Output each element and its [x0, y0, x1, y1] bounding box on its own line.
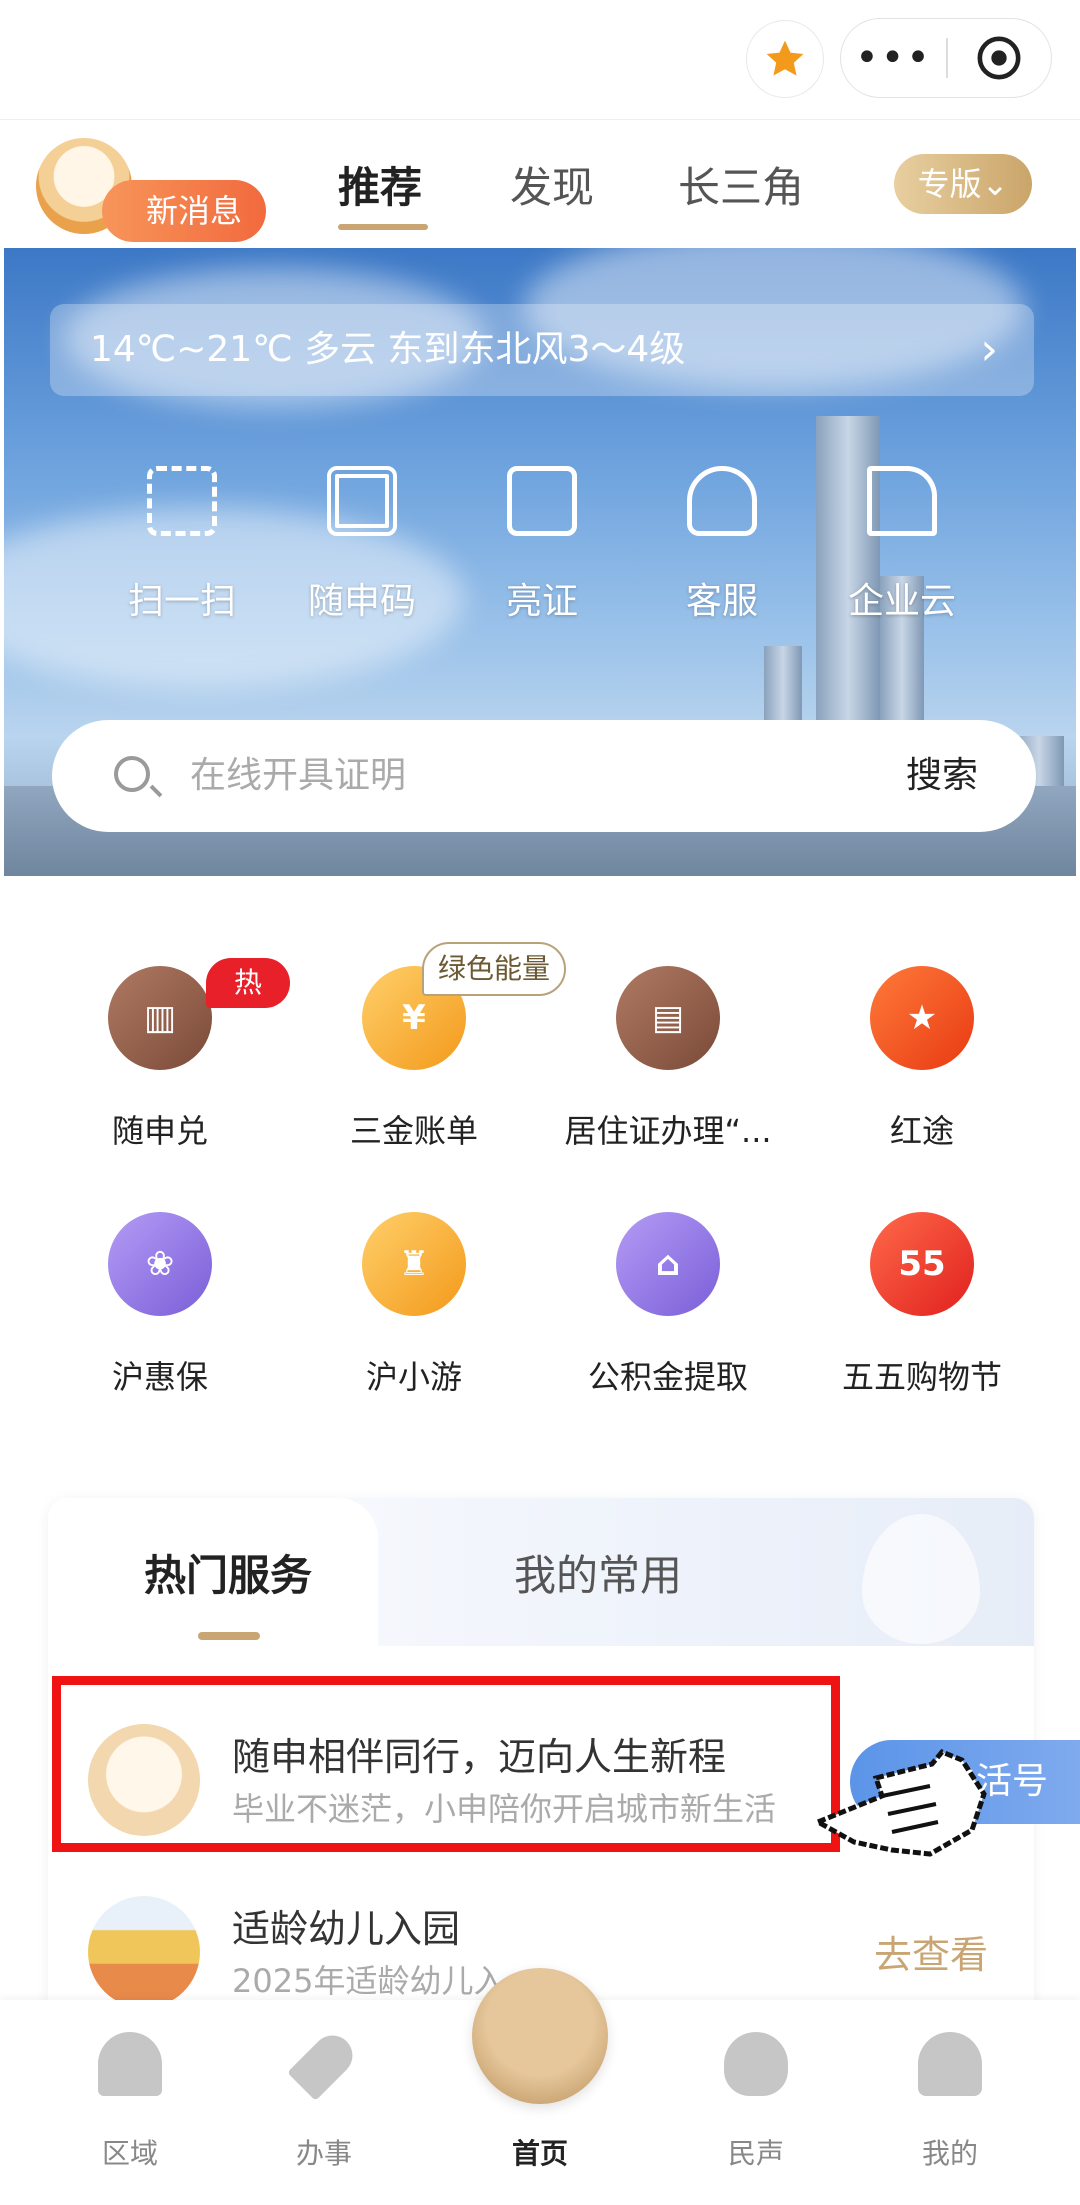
service-label: 沪小游 — [365, 1358, 462, 1396]
service-label: 五五购物节 — [841, 1358, 1002, 1396]
star-icon — [766, 40, 804, 76]
scan-icon — [147, 466, 217, 536]
search-button[interactable]: 搜索 — [906, 720, 978, 832]
tab-label: 首页 — [511, 2137, 568, 2170]
item-subtitle: 2025年适龄幼儿入 — [232, 1962, 506, 2000]
quick-action-certificate[interactable]: 亮证 — [452, 466, 632, 624]
tab-my-frequent[interactable]: 我的常用 — [514, 1542, 682, 1603]
tab-label: 办事 — [295, 2137, 352, 2170]
service-label: 红途 — [889, 1112, 954, 1150]
city-tower-icon: ♜ — [362, 1212, 466, 1316]
hot-badge: 热门 — [206, 958, 290, 1049]
tab-yangtze-delta[interactable]: 长三角 — [678, 154, 804, 215]
service-label: 沪惠保 — [111, 1358, 208, 1396]
qrcode-icon — [327, 466, 397, 536]
tab-public-voice[interactable]: 民声 — [686, 2032, 826, 2172]
home-center-button[interactable] — [472, 1968, 608, 2104]
tab-discover[interactable]: 发现 — [510, 154, 594, 215]
quick-action-label: 企业云 — [847, 581, 956, 622]
search-icon — [114, 756, 150, 792]
tab-services[interactable]: 办事 — [254, 2027, 394, 2172]
service-hongtu[interactable]: ★ 红途 — [792, 966, 1052, 1152]
tab-label: 区域 — [101, 2137, 158, 2170]
building-icon: ▥ — [108, 966, 212, 1070]
flame-icon — [862, 1514, 980, 1644]
tab-recommend[interactable]: 推荐 — [338, 154, 422, 215]
profile-icon — [918, 2032, 982, 2096]
weather-text: 14℃~21℃ 多云 东到东北风3～4级 — [90, 329, 686, 370]
service-suishendui[interactable]: ▥ 随申兑 热门 — [30, 958, 290, 1152]
edition-button[interactable]: 专版⌄ — [894, 154, 1032, 214]
service-huxiaoyou[interactable]: ♜ 沪小游 — [284, 1212, 544, 1398]
quick-action-enterprise-cloud[interactable]: 企业云 — [812, 466, 992, 624]
more-button[interactable]: ••• — [841, 18, 946, 98]
search-bar[interactable]: 在线开具证明 搜索 — [52, 720, 1036, 832]
service-housing-fund[interactable]: ⌂ 公积金提取 — [538, 1212, 798, 1398]
pen-icon — [287, 2027, 361, 2101]
shopping-festival-icon: 55 — [870, 1212, 974, 1316]
nav-row: 新消息 推荐 发现 长三角 专版⌄ — [0, 120, 1080, 248]
house-fund-icon: ⌂ — [616, 1212, 720, 1316]
enterprise-cloud-icon — [867, 466, 937, 536]
tab-label: 民声 — [727, 2137, 784, 2170]
quick-action-label: 随申码 — [307, 581, 416, 622]
green-energy-badge: 绿色能量 — [422, 942, 567, 996]
favorite-button[interactable] — [746, 20, 824, 98]
service-label: 三金账单 — [349, 1112, 478, 1150]
view-button[interactable]: 去查看 — [874, 1924, 988, 1979]
highlight-box — [52, 1676, 840, 1852]
item-title: 适龄幼儿入园 — [232, 1907, 461, 1951]
chevron-right-icon: › — [980, 324, 998, 375]
tab-region[interactable]: 区域 — [60, 2032, 200, 2172]
tab-label: 我的 — [921, 2137, 978, 2170]
top-capsule-bar: ••• — [0, 0, 1080, 120]
active-tab-indicator — [198, 1632, 260, 1640]
close-button[interactable] — [948, 35, 1051, 81]
new-message-label: 新消息 — [102, 180, 267, 242]
magnolia-icon — [724, 2032, 788, 2096]
service-label: 公积金提取 — [587, 1358, 748, 1396]
search-input[interactable]: 在线开具证明 — [190, 720, 406, 832]
kindergarten-castle-icon — [88, 1896, 200, 2008]
new-message-button[interactable]: 新消息 — [36, 138, 267, 242]
service-label: 随申兑 — [111, 1112, 208, 1150]
weather-bar[interactable]: 14℃~21℃ 多云 东到东北风3～4级 › — [50, 304, 1034, 396]
active-tab-indicator — [338, 224, 428, 230]
quick-action-label: 客服 — [685, 581, 758, 622]
card-tabs: 热门服务 我的常用 — [48, 1498, 1034, 1646]
quick-action-customer-service[interactable]: 客服 — [632, 466, 812, 624]
service-shopping-festival[interactable]: 55 五五购物节 — [792, 1212, 1052, 1398]
service-huhuibao[interactable]: ❀ 沪惠保 — [30, 1212, 290, 1398]
lotus-icon: ❀ — [108, 1212, 212, 1316]
mini-program-capsule: ••• — [840, 18, 1052, 98]
red-star-icon: ★ — [870, 966, 974, 1070]
hero-banner: 14℃~21℃ 多云 东到东北风3～4级 › 扫一扫 随申码 亮证 客服 企业云… — [4, 248, 1076, 876]
quick-action-scan[interactable]: 扫一扫 — [92, 466, 272, 624]
quick-action-qrcode[interactable]: 随申码 — [272, 466, 452, 624]
target-icon — [978, 36, 1021, 80]
region-icon — [98, 2032, 162, 2096]
quick-action-label: 亮证 — [505, 581, 578, 622]
service-label: 居住证办理“... — [564, 1112, 772, 1150]
service-residence-permit[interactable]: ▤ 居住证办理“... — [538, 966, 798, 1152]
residence-card-icon: ▤ — [616, 966, 720, 1070]
tab-profile[interactable]: 我的 — [880, 2032, 1020, 2172]
pointing-hand-icon — [812, 1749, 987, 1857]
quick-action-label: 扫一扫 — [127, 581, 236, 622]
certificate-icon — [507, 466, 577, 536]
tab-hot-services[interactable]: 热门服务 — [144, 1542, 312, 1603]
customer-service-icon — [687, 466, 757, 536]
